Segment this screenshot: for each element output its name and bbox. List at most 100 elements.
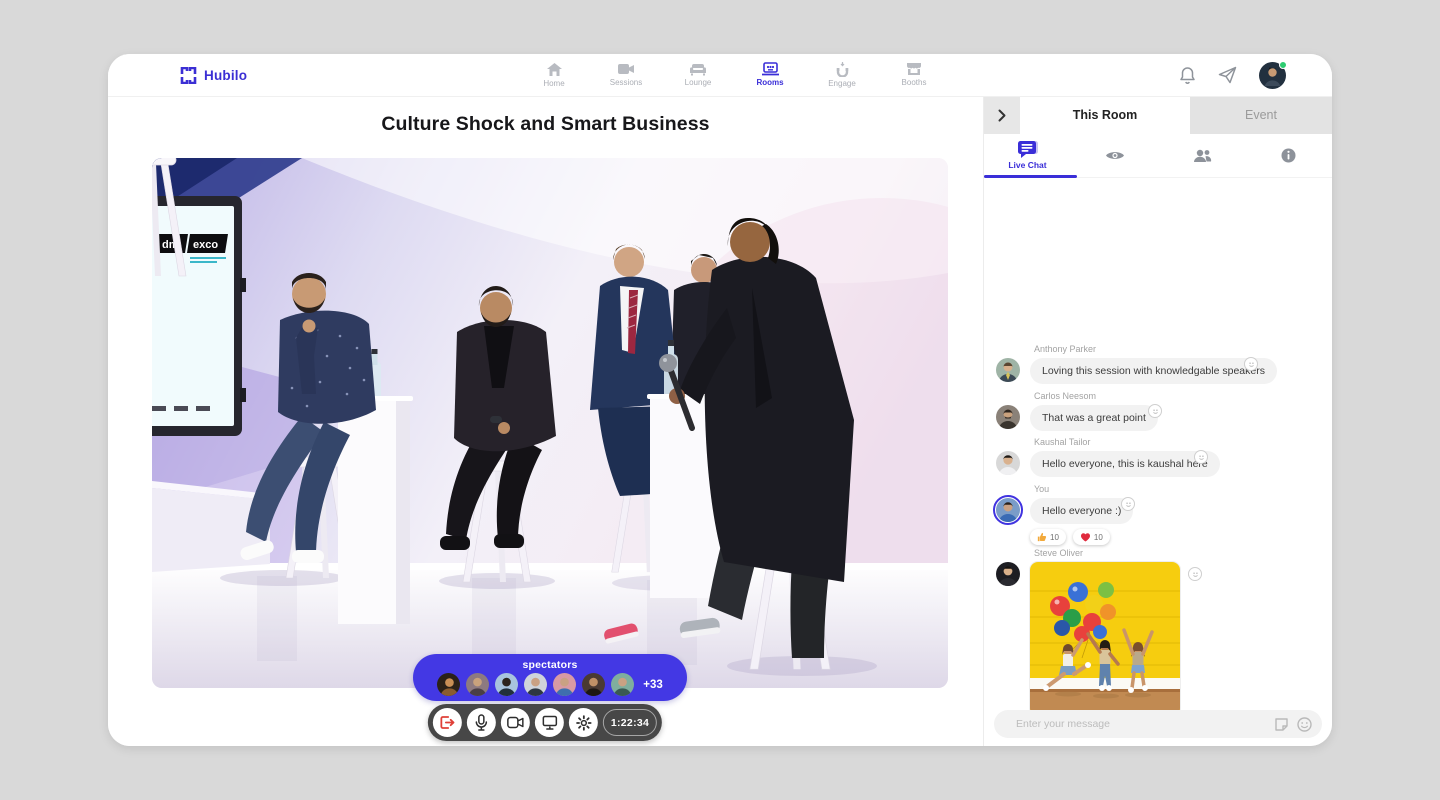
online-status-dot [1279,61,1287,69]
panel-tabs: This Room Event [984,96,1332,134]
nav-item-lounge[interactable]: Lounge [672,62,724,88]
nav-item-engage[interactable]: Engage [816,62,868,88]
hubilo-logo[interactable]: Hubilo [180,67,247,84]
message-bubble: That was a great point [1030,405,1158,431]
tab-live-chat[interactable]: Live Chat [984,134,1071,177]
leave-room-button[interactable] [433,708,462,737]
spectator-avatar [553,673,576,696]
eye-icon [1105,149,1125,162]
video-camera-icon [617,62,635,76]
hubilo-logo-icon [180,67,197,84]
tab-viewers[interactable] [1071,134,1158,177]
session-title: Culture Shock and Smart Business [108,113,983,136]
bell-icon[interactable] [1179,66,1196,85]
stage-screen: dm exco [152,196,246,436]
reaction-thumbs-up[interactable]: 10 [1030,529,1066,545]
chat-message: Carlos Neesom That was a great point [996,391,1158,431]
people-icon [1192,149,1212,163]
avatar-kaushal-tailor [996,451,1020,475]
settings-button[interactable] [569,708,598,737]
main-nav: Home Sessions Lounge [528,62,940,88]
spectators-overflow-count[interactable]: +33 [643,679,663,691]
gear-icon [575,715,591,731]
message-input[interactable] [1016,718,1274,730]
spectator-avatar [466,673,489,696]
spectator-avatar [582,673,605,696]
info-icon [1281,148,1296,163]
room-main-area: Culture Shock and Smart Business [108,96,983,746]
add-reaction-button[interactable] [1148,404,1162,418]
add-reaction-button[interactable] [1244,357,1258,371]
live-chat-feed: Anthony Parker Loving this session with … [984,178,1332,664]
tab-info[interactable] [1245,134,1332,177]
message-author: Anthony Parker [1034,344,1277,354]
spectator-avatar [611,673,634,696]
paper-plane-icon[interactable] [1218,66,1237,84]
thumbs-up-icon [1037,532,1047,542]
rooms-icon [761,62,780,76]
spectator-avatar [495,673,518,696]
sticker-icon[interactable] [1274,717,1289,732]
nav-item-sessions[interactable]: Sessions [600,62,652,88]
topbar-actions [1179,54,1286,96]
add-reaction-button[interactable] [1121,497,1135,511]
message-author: Carlos Neesom [1034,391,1158,401]
tab-attendees[interactable] [1158,134,1245,177]
smiley-icon [1247,360,1256,369]
panel-icon-tabs: Live Chat [984,134,1332,178]
stage-scene: dm exco [152,158,948,688]
top-navigation-bar: Hubilo Home Sessions [108,54,1332,96]
chat-message-own: You Hello everyone :) 10 [996,484,1133,545]
tab-this-room[interactable]: This Room [1020,96,1190,134]
right-panel: This Room Event Live Chat [984,96,1332,746]
chat-message: Anthony Parker Loving this session with … [996,344,1277,384]
app-window: Hubilo Home Sessions [108,54,1332,746]
home-icon [546,62,563,77]
smiley-icon [1151,407,1160,416]
nav-item-rooms[interactable]: Rooms [744,62,796,88]
screen-share-button[interactable] [535,708,564,737]
camera-button[interactable] [501,708,530,737]
storefront-icon [906,62,922,76]
message-bubble: Hello everyone :) [1030,498,1133,524]
message-composer [994,710,1322,738]
shared-image-attachment[interactable] [1030,562,1180,716]
balloons-photo [1030,562,1180,716]
message-author: You [1034,484,1133,494]
spectators-label: spectators [522,659,577,671]
avatar-steve-oliver [996,562,1020,586]
message-author: Kaushal Tailor [1034,437,1220,447]
screen-share-icon [541,715,557,730]
emoji-icon[interactable] [1297,717,1312,732]
sofa-icon [689,62,707,76]
microphone-button[interactable] [467,708,496,737]
svg-text:exco: exco [193,239,218,251]
spectator-avatar [524,673,547,696]
spectator-avatar [437,673,460,696]
reaction-heart[interactable]: 10 [1073,529,1110,545]
session-timer: 1:22:34 [603,709,657,736]
chat-message: Kaushal Tailor Hello everyone, this is k… [996,437,1220,477]
message-bubble: Hello everyone, this is kaushal here [1030,451,1220,477]
camera-icon [507,716,524,729]
live-chat-icon [1017,141,1038,158]
user-avatar[interactable] [1259,62,1286,89]
leave-room-icon [440,715,455,730]
live-chat-label: Live Chat [1008,160,1046,170]
stage-video-feed: dm exco [152,158,948,688]
nav-item-home[interactable]: Home [528,62,580,88]
smiley-icon [1191,570,1200,579]
nav-item-booths[interactable]: Booths [888,62,940,88]
spectators-pill[interactable]: spectators +33 [413,654,687,701]
collapse-panel-button[interactable] [984,96,1020,134]
magnet-icon [835,62,850,77]
brand-name: Hubilo [204,68,247,83]
add-reaction-button[interactable] [1188,567,1202,581]
add-reaction-button[interactable] [1194,450,1208,464]
tab-event[interactable]: Event [1190,96,1332,134]
chevron-right-icon [998,109,1006,122]
avatar-anthony-parker [996,358,1020,382]
spectator-avatars: +33 [437,673,663,696]
message-author: Steve Oliver [1034,548,1180,558]
smiley-icon [1124,500,1133,509]
